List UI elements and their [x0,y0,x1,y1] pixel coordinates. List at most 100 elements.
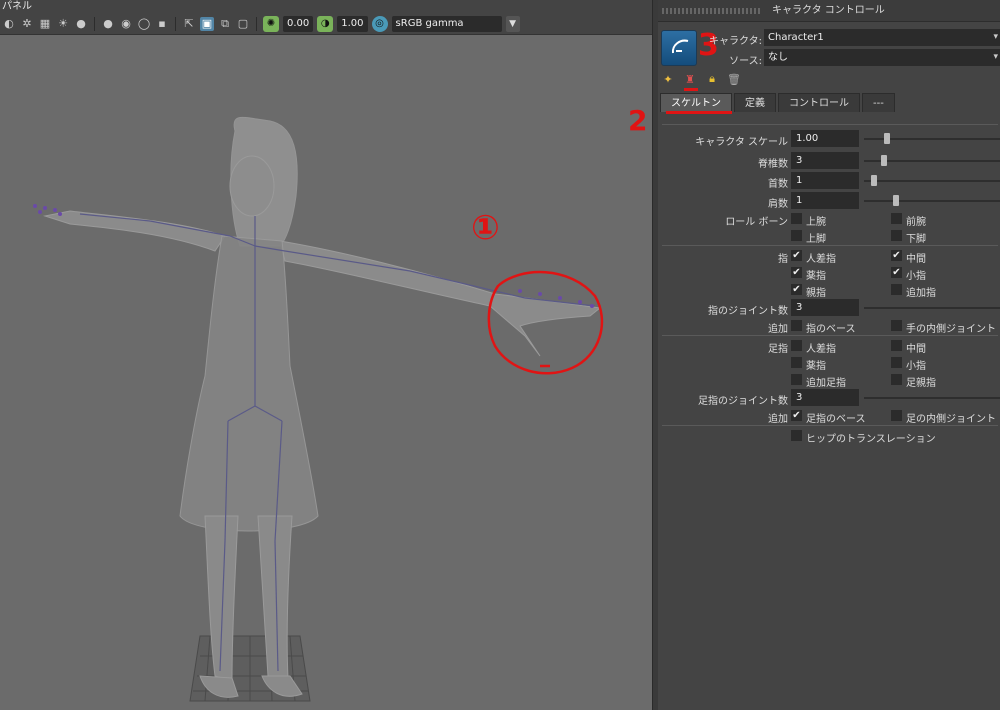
finger-extra-checkbox[interactable] [891,284,902,295]
slider-knob[interactable] [881,155,887,166]
motion-blur-icon[interactable]: ◯ [137,17,151,31]
finger-middle-checkbox[interactable]: ✔ [891,250,902,261]
resolution-gate-icon[interactable]: ▣ [200,16,214,31]
toe-index-label: 人差指 [806,344,836,355]
roll-upper-leg-checkbox[interactable] [791,230,802,241]
slider-knob[interactable] [884,133,890,144]
char-scale-slider[interactable] [864,133,1000,144]
app-root: パネル ◐ ✲ ▦ ☀ ● ● ◉ ◯ ▪ ⇱ ▣ ⧉ ▢ ✺ 0.00 ◑ 1… [0,0,1000,710]
shoulder-field[interactable]: 1 [791,192,859,209]
foot-inner-joint-checkbox[interactable] [891,410,902,421]
annotation-marker-one: ① [471,208,500,248]
aa-icon[interactable]: ▪ [155,17,169,31]
wireframe-shaded-icon[interactable]: ✲ [20,17,34,31]
source-dropdown[interactable]: なし ▾ [764,49,1000,66]
tab-definition[interactable]: 定義 [734,93,776,112]
select-camera-icon[interactable]: ⇱ [182,17,196,31]
toe-pinky-label: 小指 [906,361,926,372]
roll-upper-arm-label: 上腕 [806,217,826,228]
annotation-hand-circle [487,270,604,375]
gamma-field[interactable]: 1.00 [337,15,368,32]
tab-more[interactable]: --- [862,93,895,112]
spine-slider[interactable] [864,155,1000,166]
finger-ring-label: 薬指 [806,271,826,282]
character-dropdown[interactable]: Character1 ▾ [764,29,1000,46]
tab-skeleton[interactable]: スケルトン [660,93,732,112]
camera-attr-icon[interactable]: ◐ [2,17,16,31]
light-icon[interactable]: ☀ [56,17,70,31]
ao-icon[interactable]: ◉ [119,17,133,31]
shoulder-slider[interactable] [864,195,1000,206]
smooth-shade-icon[interactable]: ● [101,17,115,31]
spine-field[interactable]: 3 [791,152,859,169]
trash-icon[interactable]: 🗑︎ [726,71,742,87]
slider-knob[interactable] [871,175,877,186]
shadow-toggle-icon[interactable]: ● [74,17,88,31]
source-dropdown-value: なし [768,52,788,63]
toe-middle-checkbox[interactable] [891,340,902,351]
colorspace-dropdown[interactable]: sRGB gamma [391,15,502,32]
section-divider [662,335,998,336]
chevron-down-icon: ▾ [993,52,998,62]
toe-joints-slider[interactable] [864,397,1000,399]
scene-view[interactable] [0,36,652,710]
neck-slider[interactable] [864,175,1000,186]
finger-base-checkbox[interactable] [791,320,802,331]
toe-joints-field[interactable]: 3 [791,389,859,406]
toe-pinky-checkbox[interactable] [891,357,902,368]
gamma-icon[interactable]: ◑ [317,15,334,32]
neck-field[interactable]: 1 [791,172,859,189]
sparkle-icon[interactable]: ✦ [660,71,676,87]
chevron-down-icon: ▾ [993,32,998,42]
toe-extra-checkbox[interactable] [791,374,802,385]
exposure-field[interactable]: 0.00 [283,15,314,32]
panel-toolbar: ✦ ♜ 🔒︎ 🗑︎ [660,71,742,87]
character-icon[interactable] [661,30,697,66]
roll-bone-label: ロール ボーン [725,217,788,228]
shoulder-label: 肩数 [768,199,788,210]
character-mesh[interactable] [43,116,602,698]
finger-index-checkbox[interactable]: ✔ [791,250,802,261]
humanik-icon [671,39,689,54]
roll-lower-leg-checkbox[interactable] [891,230,902,241]
gate-mask-icon[interactable]: ⧉ [218,17,232,31]
roll-upper-arm-checkbox[interactable] [791,213,802,224]
exposure-icon[interactable]: ✺ [263,15,279,32]
field-chart-icon[interactable]: ▢ [236,17,250,31]
character-dropdown-value: Character1 [768,32,824,43]
color-management-icon[interactable]: ◎ [371,15,388,32]
finger-ring-checkbox[interactable]: ✔ [791,267,802,278]
toe-index-checkbox[interactable] [791,340,802,351]
finger-thumb-checkbox[interactable]: ✔ [791,284,802,295]
skeleton-tool-icon[interactable]: ♜ [682,71,698,87]
drag-handle-icon[interactable] [662,8,762,14]
toolbar-separator [175,16,176,31]
checker-icon[interactable]: ▦ [38,17,52,31]
finger-index-label: 人差指 [806,254,836,265]
slider-knob[interactable] [893,195,899,206]
roll-upper-leg-label: 上脚 [806,234,826,245]
viewport-menu-label[interactable]: パネル [0,0,652,13]
hip-translation-label: ヒップのトランスレーション [806,434,936,445]
panel-title-bar[interactable]: キャラクタ コントロール [658,0,1000,22]
hand-inner-joint-checkbox[interactable] [891,320,902,331]
finger-joints-slider[interactable] [864,307,1000,309]
skeleton-joints[interactable] [79,213,596,672]
finger-base-label: 指のベース [806,324,856,335]
toe-base-checkbox[interactable]: ✔ [791,410,802,421]
chevron-down-icon[interactable]: ▼ [505,15,520,32]
lock-icon[interactable]: 🔒︎ [704,71,720,87]
toe-add-label: 追加 [768,414,788,425]
viewport-panel[interactable]: パネル ◐ ✲ ▦ ☀ ● ● ◉ ◯ ▪ ⇱ ▣ ⧉ ▢ ✺ 0.00 ◑ 1… [0,0,652,710]
char-scale-field[interactable]: 1.00 [791,130,859,147]
roll-forearm-checkbox[interactable] [891,213,902,224]
toolbar-separator [256,16,257,31]
finger-pinky-checkbox[interactable]: ✔ [891,267,902,278]
hip-translation-checkbox[interactable] [791,430,802,441]
toe-ring-checkbox[interactable] [791,357,802,368]
foot-inner-joint-label: 足の内側ジョイント [906,414,996,425]
big-toe-checkbox[interactable] [891,374,902,385]
char-scale-label: キャラクタ スケール [695,137,788,148]
tab-control[interactable]: コントロール [778,93,860,112]
finger-joints-field[interactable]: 3 [791,299,859,316]
